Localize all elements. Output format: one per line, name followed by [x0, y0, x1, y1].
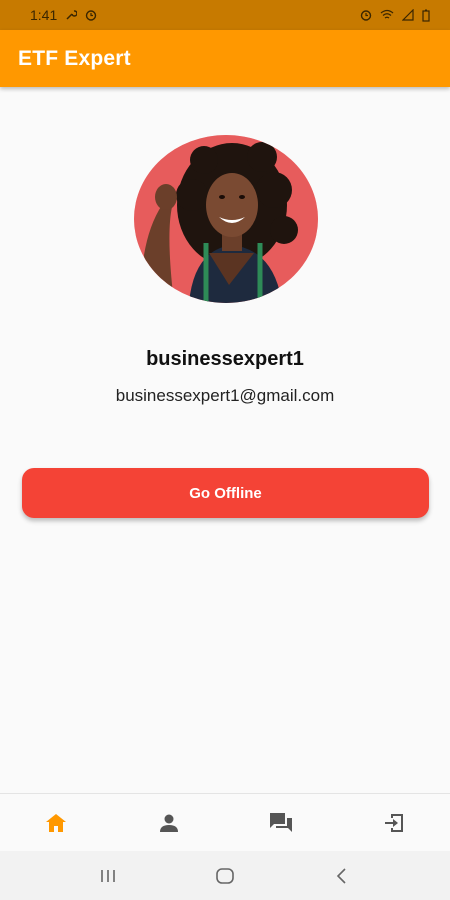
back-button[interactable]: [317, 856, 367, 896]
go-offline-button[interactable]: Go Offline: [22, 468, 429, 518]
status-right: [360, 9, 430, 22]
wrench-icon: [65, 9, 78, 21]
signal-icon: [402, 9, 414, 21]
bottom-nav: [0, 793, 450, 851]
recents-button[interactable]: [83, 856, 133, 896]
status-time: 1:41: [30, 7, 58, 23]
username: businessexpert1: [146, 348, 304, 370]
nav-item-profile[interactable]: [113, 794, 226, 851]
status-bar: 1:41: [0, 0, 450, 30]
alarm-icon: [85, 9, 97, 21]
home-circle-icon: [216, 867, 234, 884]
profile-photo: [134, 135, 318, 303]
logout-icon: [384, 813, 403, 832]
system-home-button[interactable]: [200, 856, 250, 896]
back-icon: [336, 867, 346, 884]
alarm-icon: [360, 9, 372, 21]
nav-item-logout[interactable]: [338, 794, 450, 851]
status-left: 1:41: [30, 7, 97, 23]
email: businessexpert1@gmail.com: [115, 386, 335, 405]
app-bar: ETF Expert: [0, 30, 450, 87]
nav-item-chat[interactable]: [225, 794, 338, 851]
nav-item-home[interactable]: [0, 794, 113, 851]
app-title: ETF Expert: [18, 46, 131, 70]
wifi-icon: [380, 9, 394, 21]
recents-icon: [101, 869, 116, 882]
chat-icon: [270, 812, 293, 832]
battery-icon: [422, 9, 430, 22]
person-icon: [159, 814, 178, 832]
system-nav: [0, 851, 450, 900]
avatar: [134, 135, 318, 303]
home-icon: [46, 813, 67, 832]
